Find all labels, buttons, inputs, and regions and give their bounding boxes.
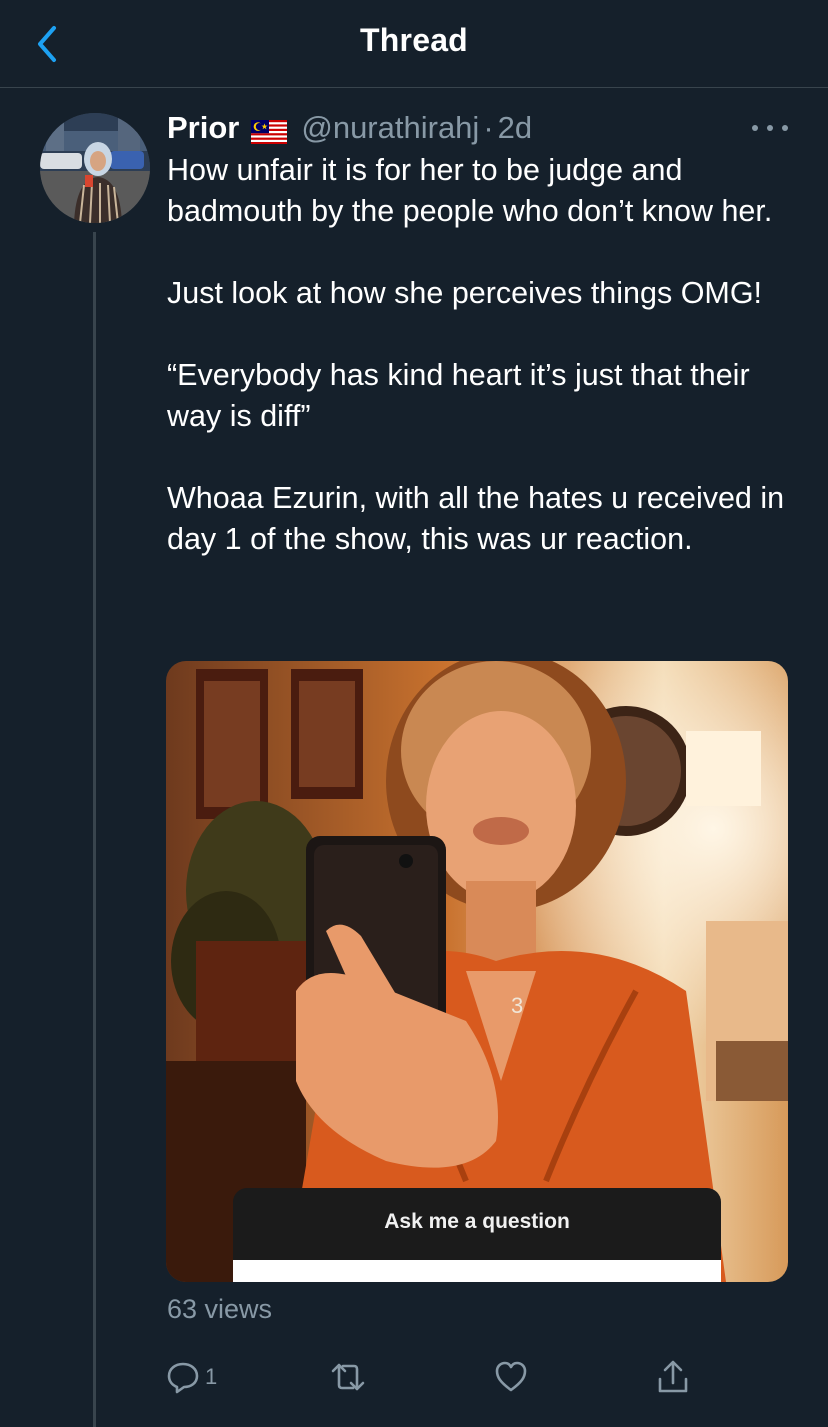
tweet-paragraph: “Everybody has kind heart it’s just that…	[167, 358, 750, 433]
svg-text:3: 3	[511, 993, 523, 1018]
share-icon	[658, 1360, 688, 1393]
more-options-button[interactable]	[752, 118, 788, 138]
tweet-action-bar: 1	[0, 1352, 828, 1402]
top-bar: Thread	[0, 0, 828, 88]
reply-icon	[167, 1362, 199, 1394]
tweet-text: How unfair it is for her to be judge and…	[167, 150, 797, 560]
share-button[interactable]	[656, 1352, 690, 1402]
meta-separator: ·	[483, 110, 494, 145]
more-horizontal-icon	[752, 125, 758, 131]
tweet-paragraph: Just look at how she perceives things OM…	[167, 276, 763, 310]
reply-count: 1	[205, 1364, 218, 1389]
question-sticker-input-area	[233, 1260, 721, 1282]
instagram-question-sticker: Ask me a question	[233, 1188, 721, 1282]
tweet-header: Prior @nurathirahj · 2d	[167, 108, 532, 148]
heart-icon	[495, 1361, 527, 1392]
page-title: Thread	[360, 22, 468, 58]
thread-connector-line	[93, 232, 96, 1427]
tweet-media-video[interactable]: 3 Ask me a question	[166, 661, 788, 1282]
like-button[interactable]	[494, 1352, 528, 1402]
author-handle[interactable]: @nurathirahj	[301, 110, 479, 146]
tweet-paragraph: How unfair it is for her to be judge and…	[167, 153, 773, 228]
avatar[interactable]	[40, 113, 150, 223]
tweet-timestamp[interactable]: 2d	[498, 110, 532, 146]
tweet-paragraph: Whoaa Ezurin, with all the hates u recei…	[167, 481, 785, 556]
reply-button[interactable]: 1	[165, 1352, 217, 1402]
retweet-button[interactable]	[329, 1352, 367, 1402]
malaysia-flag-icon	[251, 116, 288, 144]
question-sticker-label: Ask me a question	[384, 1210, 570, 1233]
author-name[interactable]: Prior	[167, 110, 239, 146]
view-count: 63 views	[167, 1294, 273, 1324]
retweet-icon	[331, 1363, 365, 1391]
